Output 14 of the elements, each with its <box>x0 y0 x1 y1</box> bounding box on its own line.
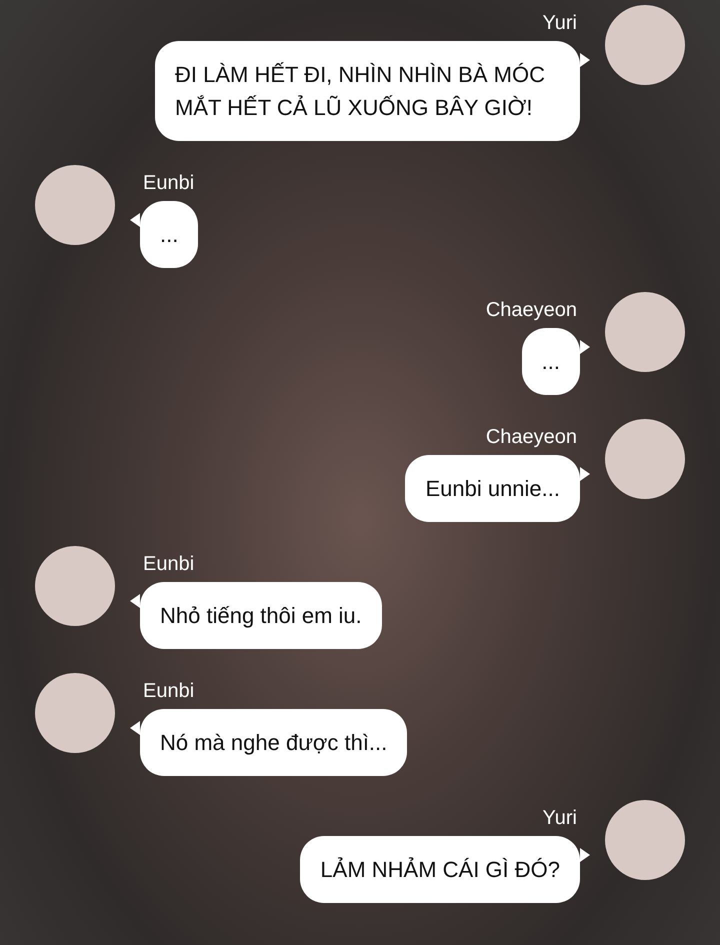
message-bubble: ... <box>522 328 580 395</box>
message-bubble: LẢM NHẢM CÁI GÌ ĐÓ? <box>300 836 580 903</box>
message-bubble: ĐI LÀM HẾT ĐI, NHÌN NHÌN BÀ MÓC MẮT HẾT CẢ LŨ XUỐNG BÂY GIỜ! <box>155 41 580 141</box>
message-bubble: ... <box>140 201 198 268</box>
sender-name: Chaeyeon <box>484 298 578 322</box>
message-bubble: Nhỏ tiếng thôi em iu. <box>140 582 382 649</box>
sender-name: Eunbi <box>142 679 196 703</box>
sender-name: Chaeyeon <box>484 425 578 449</box>
sender-name: Eunbi <box>142 171 196 195</box>
sender-name: Eunbi <box>142 552 196 576</box>
message-bubble: Eunbi unnie... <box>405 455 580 522</box>
sender-name: Yuri <box>542 11 578 35</box>
sender-name: Yuri <box>542 806 578 830</box>
message-bubble: Nó mà nghe được thì... <box>140 709 408 776</box>
